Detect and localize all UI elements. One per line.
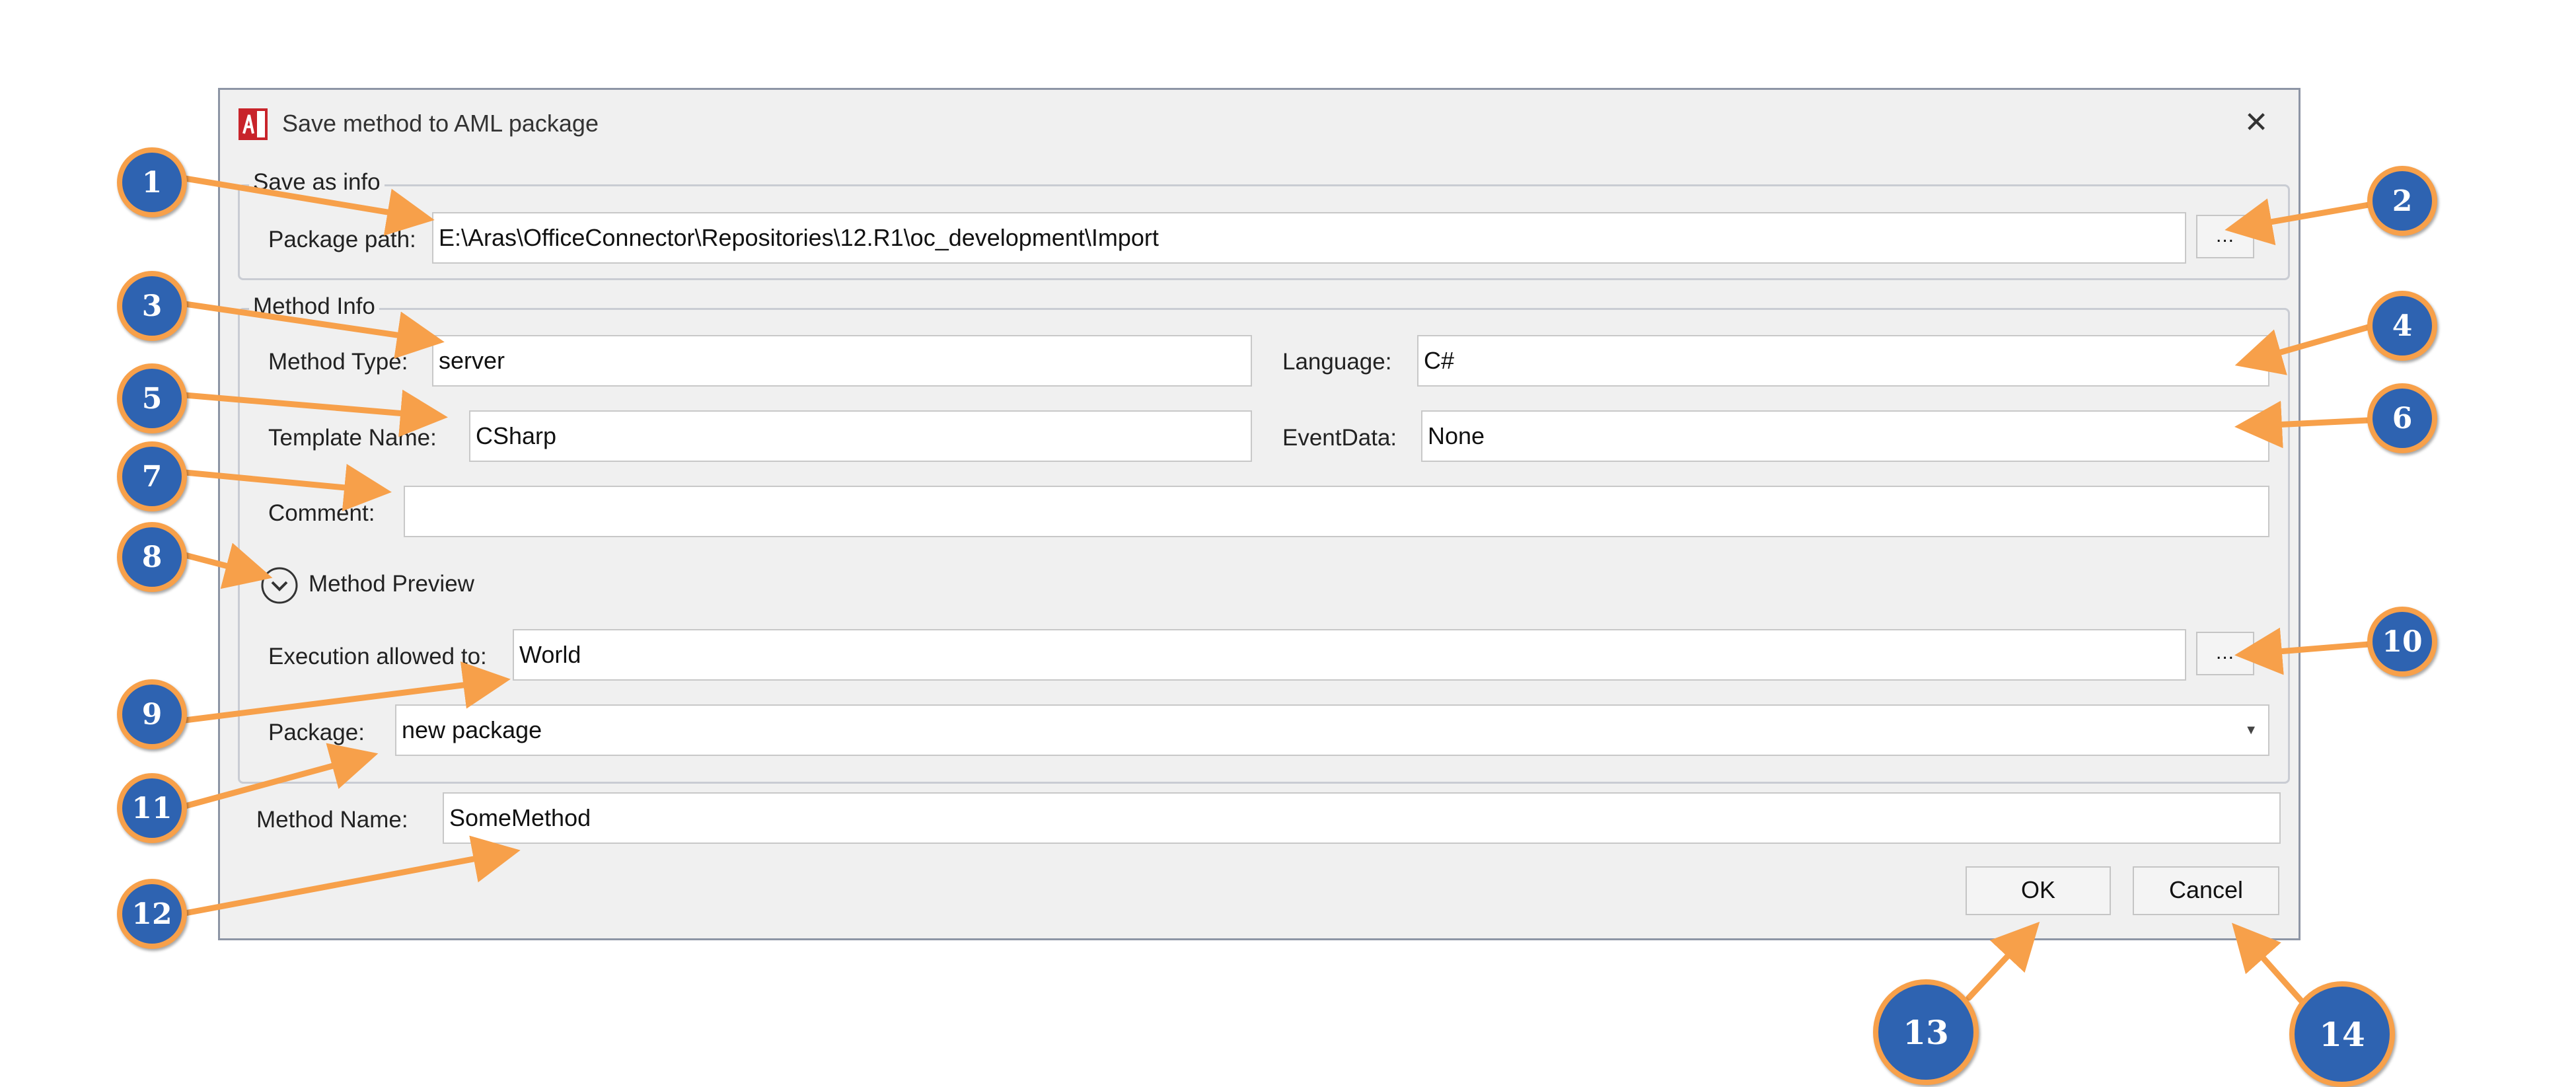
callout-4: 4 [2367,291,2437,361]
callout-14: 14 [2289,981,2395,1087]
callout-11: 11 [117,773,187,843]
callout-3: 3 [117,271,187,341]
callout-13: 13 [1873,979,1979,1085]
callout-2: 2 [2367,166,2437,236]
callout-arrows [182,175,2372,1008]
callout-10: 10 [2367,607,2437,677]
callout-9: 9 [117,679,187,749]
callout-12: 12 [117,879,187,949]
callout-7: 7 [117,441,187,511]
callout-8: 8 [117,522,187,592]
callout-6: 6 [2367,383,2437,453]
callout-5: 5 [117,363,187,433]
callout-1: 1 [117,147,187,217]
